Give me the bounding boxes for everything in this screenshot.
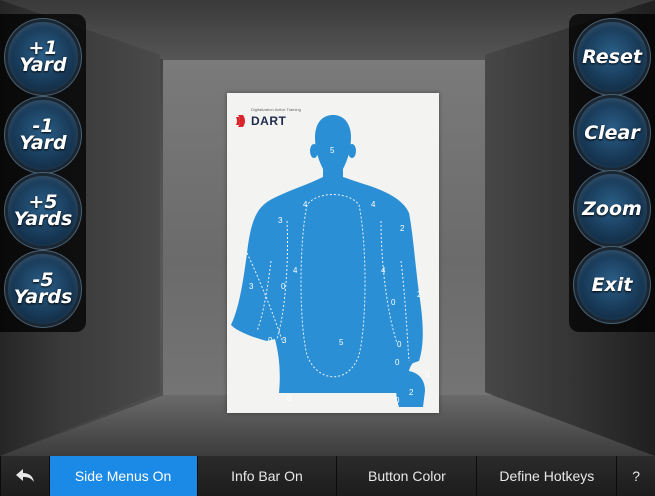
button-color-button[interactable]: Button Color [336,456,477,496]
score-label: 5 [339,338,344,347]
score-label: 3 [282,336,287,345]
plus-one-yard-button[interactable]: +1 Yard [8,22,78,92]
exit-button[interactable]: Exit [577,250,647,320]
score-label: 4 [381,266,386,275]
score-label: 3 [249,282,254,291]
button-label: Clear [584,121,640,144]
score-label: 0 [395,358,400,367]
score-label: 4 [293,266,298,275]
button-label: -5 Yards [13,269,73,308]
score-label: 5 [330,146,335,155]
score-label: 2 [417,290,422,299]
score-label: 3 [278,216,283,225]
button-label: Zoom [582,197,642,220]
info-bar-toggle[interactable]: Info Bar On [196,456,337,496]
minus-five-yards-button[interactable]: -5 Yards [8,254,78,324]
target-paper[interactable]: DART Digitalization Active Training 5 4 … [227,93,439,413]
button-label: Reset [582,45,642,68]
score-label: 0 [425,370,430,379]
side-menus-toggle[interactable]: Side Menus On [48,456,197,496]
toolbar-label: Side Menus On [74,468,172,484]
score-label: 4 [303,200,308,209]
back-arrow-icon [15,469,34,482]
toolbar-label: Button Color [367,468,446,484]
toolbar-label: Info Bar On [231,468,303,484]
plus-five-yards-button[interactable]: +5 Yards [8,176,78,246]
shooting-range-view: DART Digitalization Active Training 5 4 … [0,0,655,496]
left-side-menu: +1 Yard -1 Yard +5 Yards -5 Yards [0,14,86,332]
reset-button[interactable]: Reset [577,22,647,92]
score-label: 2 [409,388,414,397]
score-label: 0 [391,298,396,307]
score-label: 0 [397,340,402,349]
toolbar-label: ? [632,468,641,484]
score-label: 0 [395,396,400,405]
button-label: +5 Yards [13,191,73,230]
help-button[interactable]: ? [616,456,655,496]
button-label: Exit [591,273,633,296]
bottom-toolbar: Side Menus On Info Bar On Button Color D… [0,456,655,496]
score-label: 2 [400,224,405,233]
score-label: 0 [268,336,273,345]
toolbar-label: Define Hotkeys [499,468,595,484]
score-label: 4 [371,200,376,209]
minus-one-yard-button[interactable]: -1 Yard [8,100,78,170]
target-silhouette: 5 4 4 3 2 4 4 3 0 0 2 5 0 3 0 0 2 0 0 0 [231,115,430,407]
button-label: +1 Yard [19,37,67,76]
define-hotkeys-button[interactable]: Define Hotkeys [476,456,617,496]
back-button[interactable] [0,456,49,496]
button-label: -1 Yard [19,115,67,154]
score-label: 0 [281,282,286,291]
score-label: 0 [287,394,292,403]
zoom-button[interactable]: Zoom [577,174,647,244]
clear-button[interactable]: Clear [577,98,647,168]
right-side-menu: Reset Clear Zoom Exit [569,14,655,332]
